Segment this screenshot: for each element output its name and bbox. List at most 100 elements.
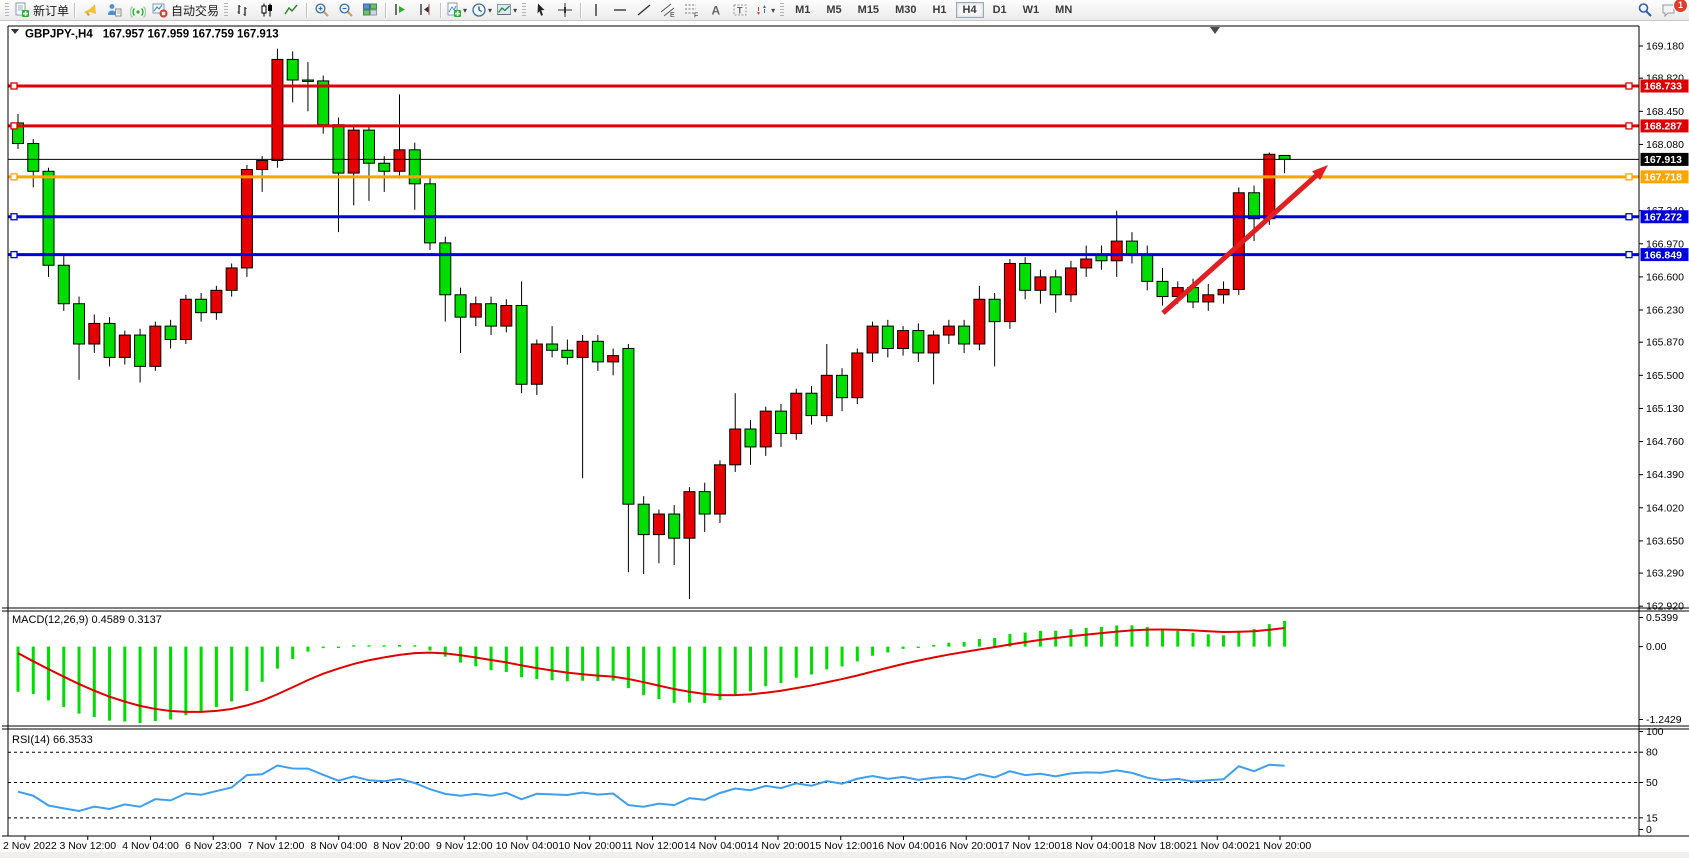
price-line-badge-label: 167.272 xyxy=(1644,211,1682,223)
candle-body xyxy=(28,144,39,172)
price-tick-label: 169.180 xyxy=(1646,41,1684,53)
timeframe-d1[interactable]: D1 xyxy=(986,2,1014,18)
hline-handle[interactable] xyxy=(11,123,17,129)
new-order-icon xyxy=(14,2,30,18)
candlestick-chart-button[interactable] xyxy=(255,1,279,19)
hline-handle[interactable] xyxy=(11,83,17,89)
timeframe-h1[interactable]: H1 xyxy=(925,2,953,18)
price-tick-label: 165.500 xyxy=(1646,370,1684,382)
timeframe-w1[interactable]: W1 xyxy=(1016,2,1047,18)
toolbar-separator xyxy=(74,3,75,18)
time-tick-label: 14 Nov 04:00 xyxy=(684,840,747,852)
rsi-tick-label: 15 xyxy=(1646,812,1658,824)
timeframe-m30[interactable]: M30 xyxy=(888,2,923,18)
text-label-button[interactable]: T xyxy=(728,1,752,19)
fibonacci-button[interactable]: F xyxy=(680,1,704,19)
candle-body xyxy=(409,150,420,184)
trendline-icon xyxy=(636,2,652,18)
macd-tick-label: 0.5399 xyxy=(1646,612,1678,624)
time-tick-label: 8 Nov 04:00 xyxy=(310,840,367,852)
arrows-button[interactable]: ▾ xyxy=(752,1,777,19)
candle-body xyxy=(516,306,527,385)
candle-body xyxy=(333,125,344,173)
price-line-badge-label: 168.733 xyxy=(1644,81,1682,93)
timeframe-m5[interactable]: M5 xyxy=(819,2,848,18)
autotrading-icon xyxy=(152,2,168,18)
fibonacci-icon: F xyxy=(684,2,700,18)
hline-handle[interactable] xyxy=(1626,83,1632,89)
candlestick-icon xyxy=(259,2,275,18)
price-tick-label: 168.080 xyxy=(1646,139,1684,151)
bar-chart-button[interactable] xyxy=(231,1,255,19)
candle-body xyxy=(196,299,207,312)
notifications-button[interactable]: 1 xyxy=(1657,1,1681,19)
search-button[interactable] xyxy=(1633,1,1657,19)
periods-button[interactable]: ▾ xyxy=(469,1,494,19)
timeframe-h4[interactable]: H4 xyxy=(956,2,984,18)
toolbar-grip[interactable] xyxy=(522,3,526,17)
profile-button[interactable] xyxy=(102,1,126,19)
vertical-line-button[interactable] xyxy=(584,1,608,19)
mql5-community-button[interactable] xyxy=(78,1,102,19)
hline-handle[interactable] xyxy=(1626,174,1632,180)
text-label-icon: T xyxy=(732,2,748,18)
candle-body xyxy=(302,80,313,81)
candle-body xyxy=(882,326,893,348)
candle-body xyxy=(135,335,146,366)
candle-body xyxy=(89,323,100,344)
timeframe-m15[interactable]: M15 xyxy=(851,2,886,18)
tile-windows-icon xyxy=(362,2,378,18)
toolbar-separator xyxy=(440,3,441,18)
autotrading-button[interactable]: 自动交易 xyxy=(150,1,221,19)
toolbar-grip[interactable] xyxy=(224,3,228,17)
person-document-icon xyxy=(106,2,122,18)
rsi-tick-label: 0 xyxy=(1646,824,1652,836)
price-line-badge-label: 167.718 xyxy=(1644,172,1682,184)
chart-canvas[interactable]: 169.180168.820168.450168.080167.340166.9… xyxy=(0,21,1689,858)
dropdown-caret: ▾ xyxy=(771,6,775,15)
hline-handle[interactable] xyxy=(11,252,17,258)
hline-handle[interactable] xyxy=(1626,252,1632,258)
candle-body xyxy=(165,326,176,339)
template-chart-icon xyxy=(496,2,512,18)
horizontal-line-button[interactable] xyxy=(608,1,632,19)
signals-button[interactable] xyxy=(126,1,150,19)
text-button[interactable]: A xyxy=(704,1,728,19)
hline-handle[interactable] xyxy=(1626,123,1632,129)
chart-shift-button[interactable] xyxy=(413,1,437,19)
candle-body xyxy=(852,353,863,398)
cursor-button[interactable] xyxy=(529,1,553,19)
rsi-label: RSI(14) 66.3533 xyxy=(12,734,93,746)
crosshair-button[interactable] xyxy=(553,1,577,19)
new-order-button[interactable]: 新订单 xyxy=(12,1,71,19)
time-tick-label: 2 Nov 2022 xyxy=(3,840,57,852)
candle-body xyxy=(608,356,619,362)
candle-body xyxy=(1264,154,1275,218)
candle-body xyxy=(440,243,451,295)
signal-icon xyxy=(130,2,146,18)
indicators-button[interactable]: ▾ xyxy=(444,1,469,19)
timeframe-mn[interactable]: MN xyxy=(1048,2,1079,18)
time-tick-label: 21 Nov 04:00 xyxy=(1186,840,1249,852)
timeframe-m1[interactable]: M1 xyxy=(788,2,817,18)
chart-background xyxy=(0,21,1689,858)
bar-chart-icon xyxy=(235,2,251,18)
tile-windows-button[interactable] xyxy=(358,1,382,19)
line-chart-button[interactable] xyxy=(279,1,303,19)
candle-body xyxy=(287,59,298,80)
candle-body xyxy=(272,59,283,160)
equidistant-channel-button[interactable]: E xyxy=(656,1,680,19)
chart-title-text: GBPJPY-,H4167.957 167.959 167.759 167.91… xyxy=(25,29,279,41)
candle-body xyxy=(1065,268,1076,295)
toolbar-grip[interactable] xyxy=(780,3,784,17)
templates-button[interactable]: ▾ xyxy=(494,1,519,19)
zoom-in-button[interactable] xyxy=(310,1,334,19)
hline-handle[interactable] xyxy=(11,214,17,220)
hline-handle[interactable] xyxy=(11,174,17,180)
zoom-out-button[interactable] xyxy=(334,1,358,19)
toolbar-grip[interactable] xyxy=(5,3,9,17)
autoscroll-button[interactable] xyxy=(389,1,413,19)
hline-handle[interactable] xyxy=(1626,214,1632,220)
trendline-button[interactable] xyxy=(632,1,656,19)
new-order-label: 新订单 xyxy=(33,2,69,19)
